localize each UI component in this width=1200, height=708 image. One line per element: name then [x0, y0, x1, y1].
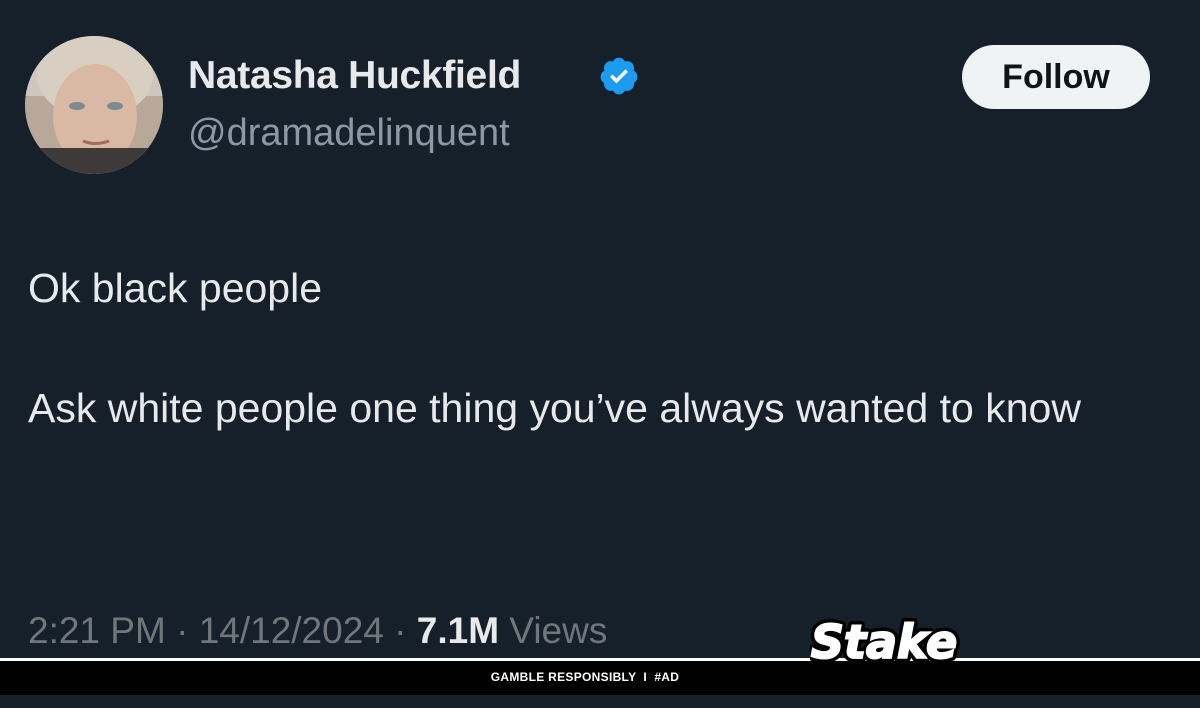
stake-logo-icon: Stake Stake	[810, 611, 960, 674]
tweet-time[interactable]: 2:21 PM	[28, 610, 166, 651]
avatar[interactable]	[25, 36, 163, 174]
tweet-line-2: Ask white people one thing you’ve always…	[28, 385, 1081, 431]
user-photo-icon	[25, 36, 163, 174]
tweet-meta: 2:21 PM · 14/12/2024 · 7.1M Views	[28, 610, 607, 652]
display-name[interactable]: Natasha Huckfield	[188, 54, 521, 98]
bottom-strip	[0, 695, 1200, 708]
tweet-text: Ok black people Ask white people one thi…	[28, 258, 1128, 438]
ad-banner: GAMBLE RESPONSIBLY I #AD	[0, 658, 1200, 695]
tweet-date[interactable]: 14/12/2024	[199, 610, 384, 651]
tweet-line-1: Ok black people	[28, 265, 323, 311]
tweet-card: Natasha Huckfield @dramadelinquent Follo…	[0, 0, 1200, 708]
views-label: Views	[499, 610, 608, 651]
follow-button[interactable]: Follow	[962, 45, 1150, 109]
user-handle[interactable]: @dramadelinquent	[188, 112, 510, 155]
meta-separator: ·	[165, 610, 199, 651]
stake-logo-text: Stake	[811, 615, 957, 669]
ad-disclaimer: GAMBLE RESPONSIBLY I #AD	[490, 670, 680, 684]
verified-badge-icon	[600, 57, 638, 95]
meta-separator: ·	[383, 610, 417, 651]
views-count[interactable]: 7.1M	[417, 610, 499, 651]
